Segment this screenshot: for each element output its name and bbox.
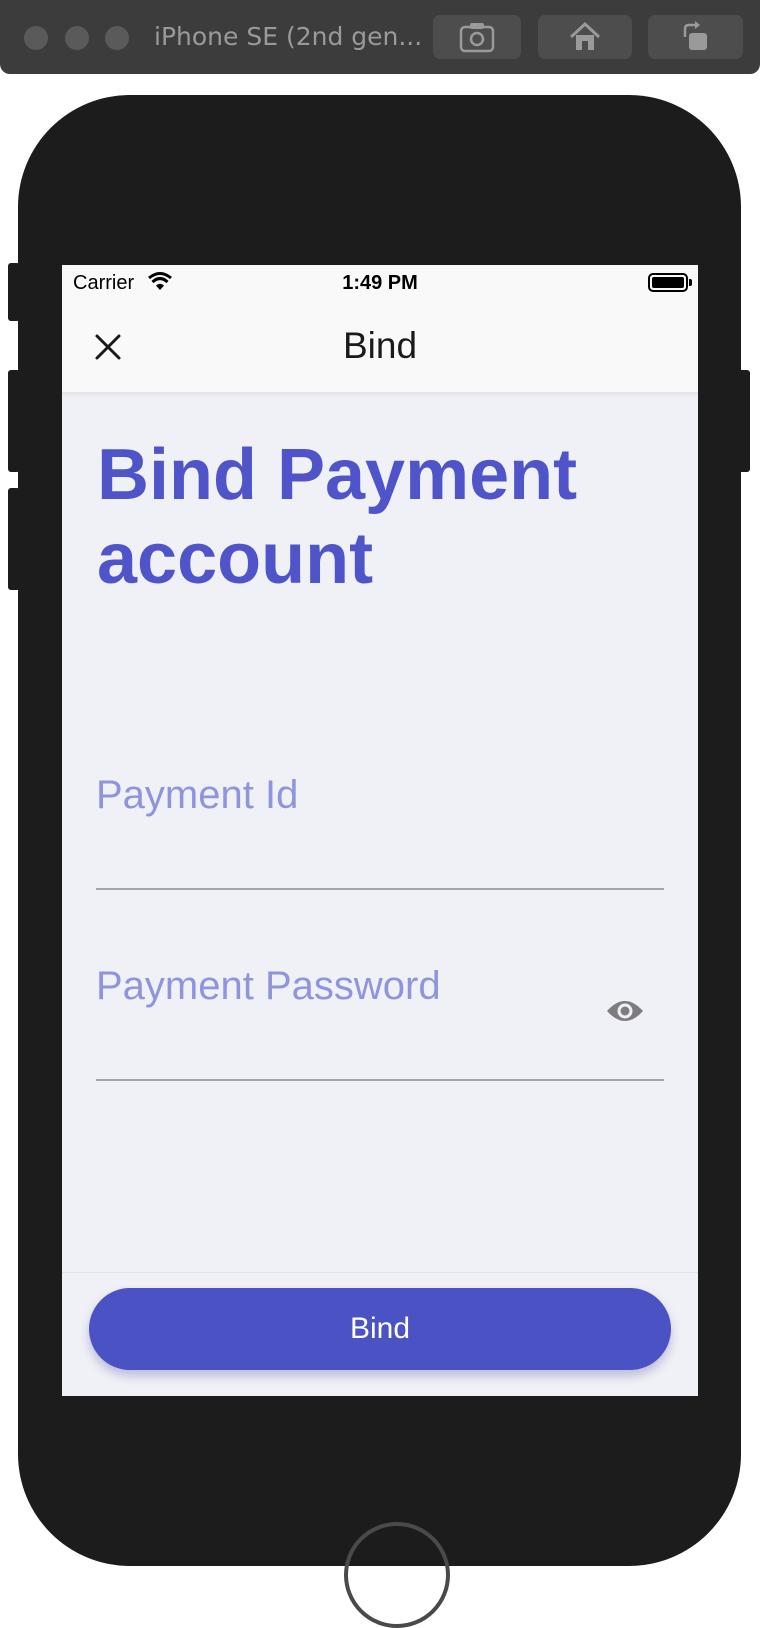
footer-bar: Bind <box>62 1272 698 1396</box>
navigation-bar: Bind <box>62 299 698 393</box>
home-icon <box>569 21 601 50</box>
rotate-button[interactable] <box>648 15 743 59</box>
status-bar: Carrier 1:49 PM <box>62 265 698 299</box>
eye-icon <box>607 1001 643 1021</box>
simulator-device-name: iPhone SE (2nd gen... <box>154 22 423 51</box>
payment-id-label: Payment Id <box>96 773 299 817</box>
nav-title: Bind <box>342 325 418 366</box>
window-zoom-dot[interactable] <box>105 26 129 50</box>
screenshot-icon <box>459 23 495 53</box>
window-close-dot[interactable] <box>24 26 48 50</box>
screenshot-button[interactable] <box>433 15 521 59</box>
payment-password-underline <box>96 1079 664 1081</box>
password-visibility-toggle[interactable] <box>604 990 646 1032</box>
rotate-icon <box>683 21 707 50</box>
battery-icon <box>648 273 688 292</box>
window-minimize-dot[interactable] <box>65 26 89 50</box>
app-screen: Carrier 1:49 PM Bind Bind Payment accoun… <box>62 265 698 1396</box>
status-time: 1:49 PM <box>342 272 418 294</box>
home-button[interactable] <box>538 15 632 59</box>
simulator-toolbar: iPhone SE (2nd gen... <box>0 0 760 74</box>
payment-id-field[interactable]: Payment Id <box>96 773 664 891</box>
payment-password-field[interactable]: Payment Password <box>96 964 664 1082</box>
payment-id-underline <box>96 888 664 890</box>
device-home-button[interactable] <box>344 1522 450 1628</box>
payment-password-label: Payment Password <box>96 964 441 1008</box>
bind-button[interactable]: Bind <box>89 1288 671 1370</box>
battery-cap <box>689 279 692 286</box>
page-heading: Bind Payment account <box>97 435 578 599</box>
